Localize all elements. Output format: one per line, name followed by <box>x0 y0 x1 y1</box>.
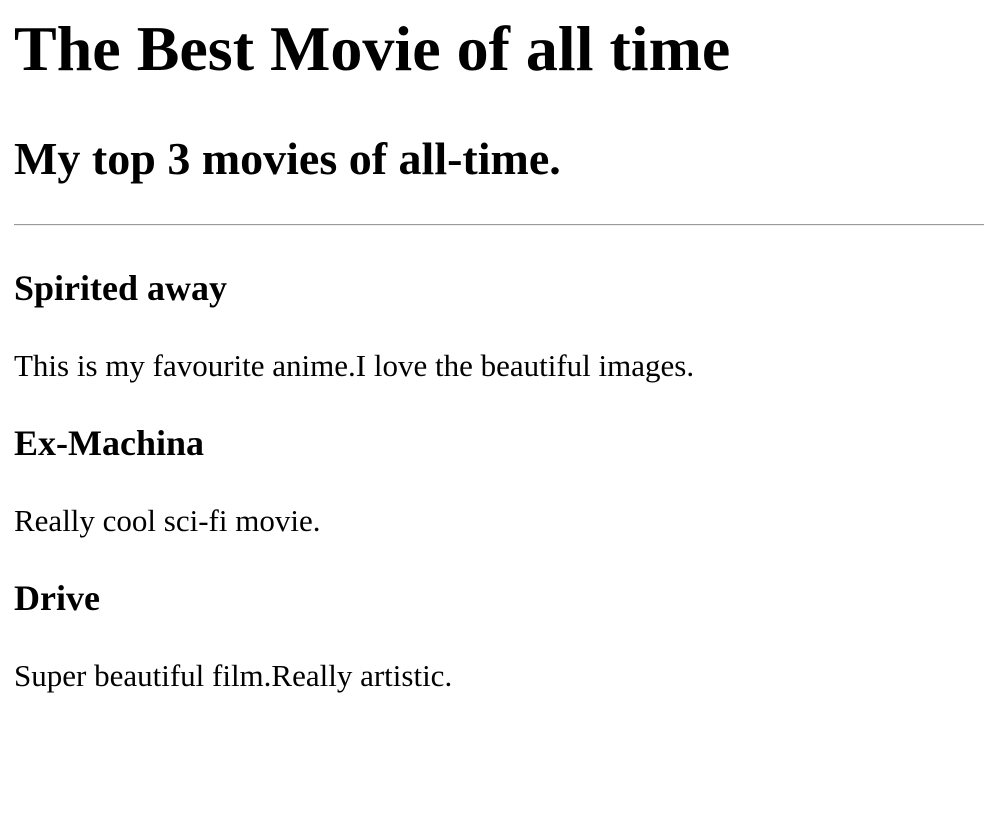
page-subtitle: My top 3 movies of all-time. <box>14 133 561 184</box>
page-title: The Best Movie of all time <box>14 13 731 84</box>
movie-title-ex-machina: Ex-Machina <box>14 423 205 463</box>
movie-description-spirited-away: This is my favourite anime.I love the be… <box>14 348 695 383</box>
horizontal-divider <box>14 224 984 226</box>
movie-title-spirited-away: Spirited away <box>14 268 228 308</box>
page-body: The Best Movie of all time My top 3 movi… <box>0 0 984 840</box>
movie-description-ex-machina: Really cool sci-fi movie. <box>14 503 321 538</box>
movie-description-drive: Super beautiful film.Really artistic. <box>14 658 453 693</box>
movie-title-drive: Drive <box>14 578 100 618</box>
